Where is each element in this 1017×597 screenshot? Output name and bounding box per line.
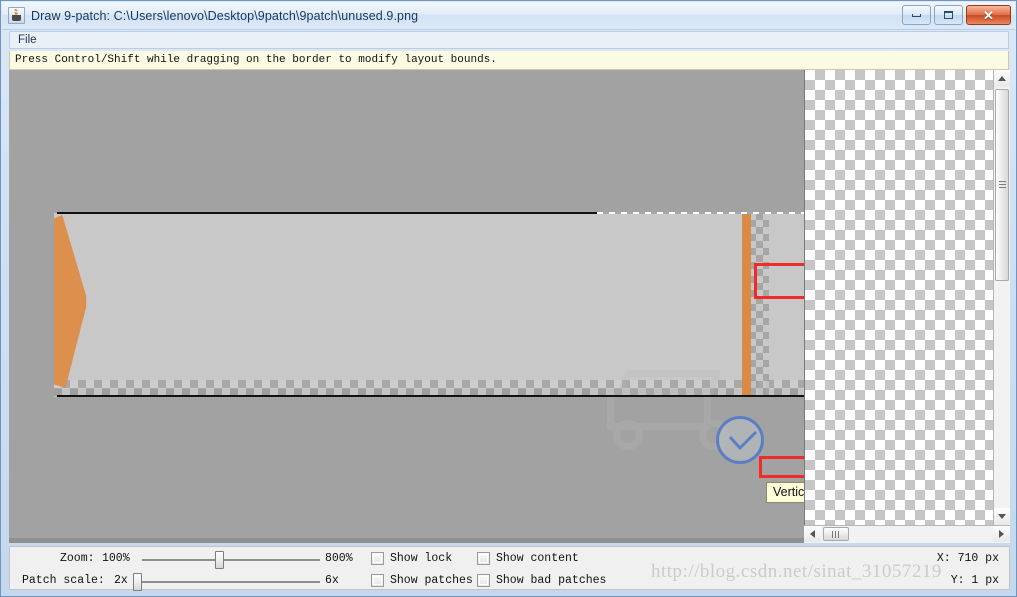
menu-item-file[interactable]: File xyxy=(10,32,45,48)
java-coffee-icon xyxy=(8,7,25,24)
show-lock-checkbox[interactable] xyxy=(371,552,384,565)
show-lock-label[interactable]: Show lock xyxy=(390,550,452,568)
check-circle-icon xyxy=(716,416,764,464)
show-patches-checkbox[interactable] xyxy=(371,574,384,587)
show-bad-patches-label[interactable]: Show bad patches xyxy=(496,572,606,590)
top-stretch-guide-solid[interactable] xyxy=(57,212,597,214)
minimize-icon xyxy=(912,13,921,17)
scroll-right-button[interactable] xyxy=(993,526,1010,542)
window-title: Draw 9-patch: C:\Users\lenovo\Desktop\9p… xyxy=(31,8,419,23)
show-content-label[interactable]: Show content xyxy=(496,550,579,568)
hint-text: Press Control/Shift while dragging on th… xyxy=(15,54,497,66)
horizontal-scroll-thumb[interactable] xyxy=(823,527,849,541)
minimize-button[interactable] xyxy=(902,5,931,25)
draw-9patch-window: Draw 9-patch: C:\Users\lenovo\Desktop\9p… xyxy=(0,0,1017,597)
vertical-scrollbar[interactable] xyxy=(993,70,1010,525)
zoom-slider-track[interactable] xyxy=(142,559,320,561)
annotation-rect-bottom xyxy=(759,456,804,478)
scroll-up-button[interactable] xyxy=(994,70,1010,87)
top-stretch-guide-dashed[interactable] xyxy=(597,212,804,214)
horizontal-scrollbar[interactable] xyxy=(804,525,1010,543)
chevron-down-icon xyxy=(998,514,1006,519)
window-controls: ✕ xyxy=(902,5,1011,25)
cursor-y-readout: Y: 1 px xyxy=(950,574,999,587)
maximize-button[interactable] xyxy=(934,5,963,25)
zoom-slider-thumb[interactable] xyxy=(215,551,224,569)
zoom-label: Zoom: xyxy=(60,552,95,565)
show-bad-patches-checkbox[interactable] xyxy=(477,574,490,587)
close-icon: ✕ xyxy=(983,7,994,23)
zoom-min-value: 100% xyxy=(102,552,130,565)
patch-scale-max-value: 6x xyxy=(325,574,339,587)
maximize-icon xyxy=(944,11,953,19)
drawable-body xyxy=(54,213,804,389)
chevron-up-icon xyxy=(998,76,1006,81)
scroll-down-button[interactable] xyxy=(994,508,1010,525)
vertical-scroll-thumb[interactable] xyxy=(995,89,1009,281)
patch-scale-label: Patch scale: xyxy=(22,574,105,587)
editor-area: Vertical Padding: 1 - 185 px xyxy=(9,70,1010,543)
patch-scale-slider-track[interactable] xyxy=(135,581,320,583)
annotation-rect-top xyxy=(754,263,804,299)
show-content-checkbox[interactable] xyxy=(477,552,490,565)
grip-icon xyxy=(999,181,1006,189)
title-bar: Draw 9-patch: C:\Users\lenovo\Desktop\9p… xyxy=(2,2,1015,30)
show-patches-label[interactable]: Show patches xyxy=(390,572,473,590)
grip-icon xyxy=(832,531,840,538)
zoom-row: Zoom: 100% 800% Show lock Show content X… xyxy=(10,550,1009,571)
preview-panel xyxy=(804,70,1010,538)
chevron-right-icon xyxy=(999,530,1004,538)
bottom-stretch-guide[interactable] xyxy=(57,395,804,397)
zoom-max-value: 800% xyxy=(325,552,353,565)
padding-tooltip: Vertical Padding: 1 - 185 px xyxy=(766,482,804,503)
chevron-left-icon xyxy=(810,530,815,538)
menu-bar: File xyxy=(9,31,1009,49)
control-panel: Zoom: 100% 800% Show lock Show content X… xyxy=(9,546,1010,593)
patch-scale-slider-thumb[interactable] xyxy=(133,573,142,591)
patch-scale-min-value: 2x xyxy=(114,574,128,587)
close-button[interactable]: ✕ xyxy=(966,5,1011,25)
hint-bar: Press Control/Shift while dragging on th… xyxy=(9,51,1009,70)
cursor-x-readout: X: 710 px xyxy=(936,552,999,565)
ninepatch-canvas[interactable]: Vertical Padding: 1 - 185 px xyxy=(9,70,804,538)
scroll-left-button[interactable] xyxy=(804,526,821,542)
patch-scale-row: Patch scale: 2x 6x Show patches Show bad… xyxy=(10,572,1009,593)
